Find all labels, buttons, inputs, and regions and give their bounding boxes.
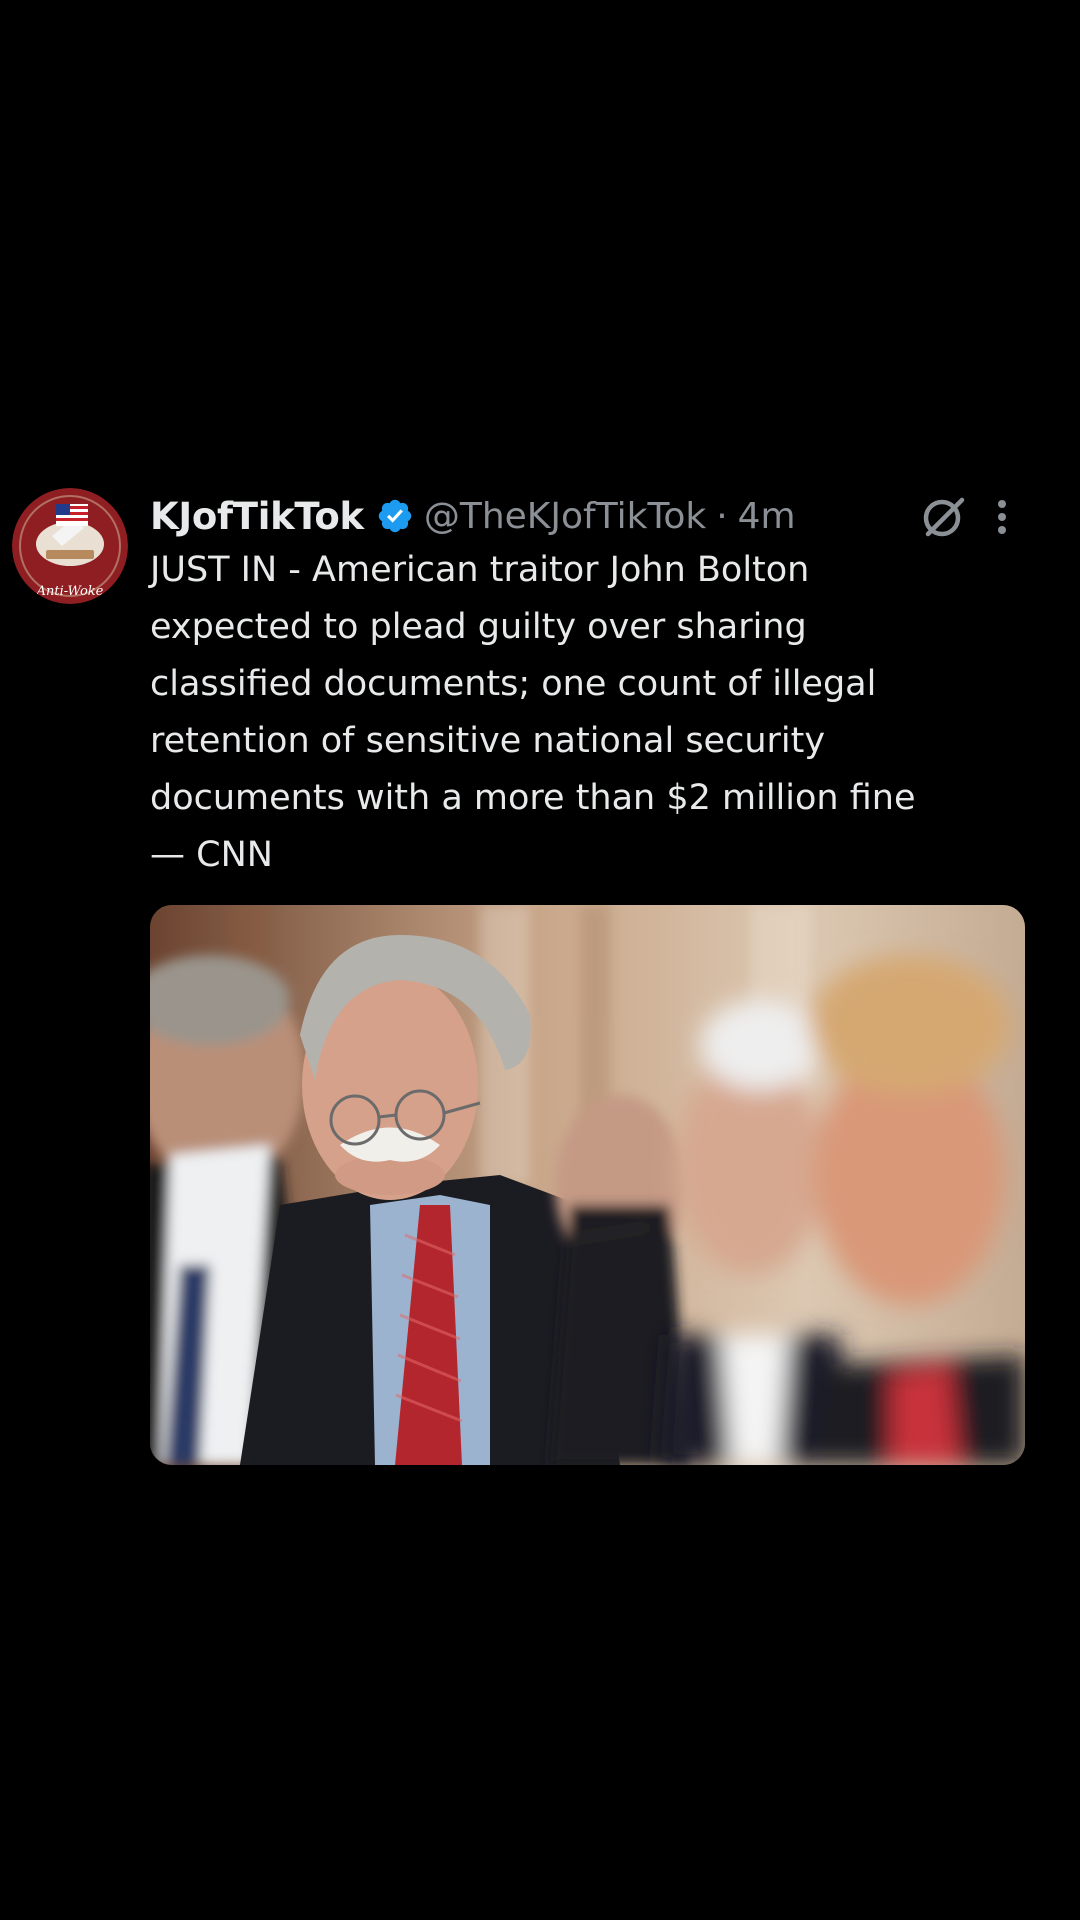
display-name[interactable]: KJofTikTok	[150, 495, 364, 538]
avatar[interactable]: Anti-Woke	[12, 488, 128, 604]
more-vertical-icon[interactable]	[988, 492, 1016, 542]
grok-icon[interactable]	[918, 492, 968, 542]
tweet-text-line: expected to plead guilty over sharing	[150, 607, 807, 647]
news-photo	[150, 905, 1025, 1465]
tweet[interactable]: Anti-Woke KJofTikTok @TheKJofTikTok · 4m…	[0, 480, 1080, 1470]
tweet-text: JUST IN - American traitor John Bolton e…	[150, 542, 1030, 884]
tweet-text-line: — CNN	[150, 835, 273, 875]
handle[interactable]: @TheKJofTikTok	[424, 496, 706, 537]
tweet-media-photo[interactable]	[150, 905, 1025, 1465]
tweet-header: KJofTikTok @TheKJofTikTok · 4m	[150, 488, 796, 544]
tweet-text-line: JUST IN - American traitor John Bolton	[150, 550, 810, 590]
separator-dot: ·	[716, 495, 728, 537]
tweet-text-line: retention of sensitive national security	[150, 721, 826, 761]
timestamp[interactable]: 4m	[738, 496, 796, 537]
tweet-text-line: classified documents; one count of illeg…	[150, 664, 877, 704]
verified-badge-icon	[376, 497, 414, 535]
tweet-text-line: documents with a more than $2 million fi…	[150, 778, 916, 818]
avatar-badge-text: Anti-Woke	[36, 584, 104, 599]
